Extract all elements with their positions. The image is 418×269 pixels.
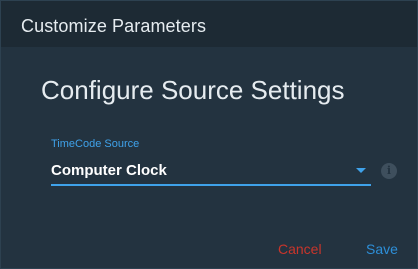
customize-parameters-dialog: Customize Parameters Configure Source Se… <box>0 0 418 269</box>
timecode-source-label: TimeCode Source <box>51 138 140 150</box>
chevron-down-icon <box>356 168 366 173</box>
dialog-title: Customize Parameters <box>21 16 207 36</box>
save-button[interactable]: Save <box>366 241 398 257</box>
section-heading: Configure Source Settings <box>41 75 345 105</box>
dialog-title-bar: Customize Parameters <box>1 1 417 47</box>
select-underline <box>51 184 371 186</box>
info-icon[interactable]: i <box>381 163 397 179</box>
cancel-button[interactable]: Cancel <box>278 241 322 257</box>
timecode-source-select[interactable]: Computer Clock <box>51 153 371 186</box>
timecode-source-value: Computer Clock <box>51 162 167 179</box>
